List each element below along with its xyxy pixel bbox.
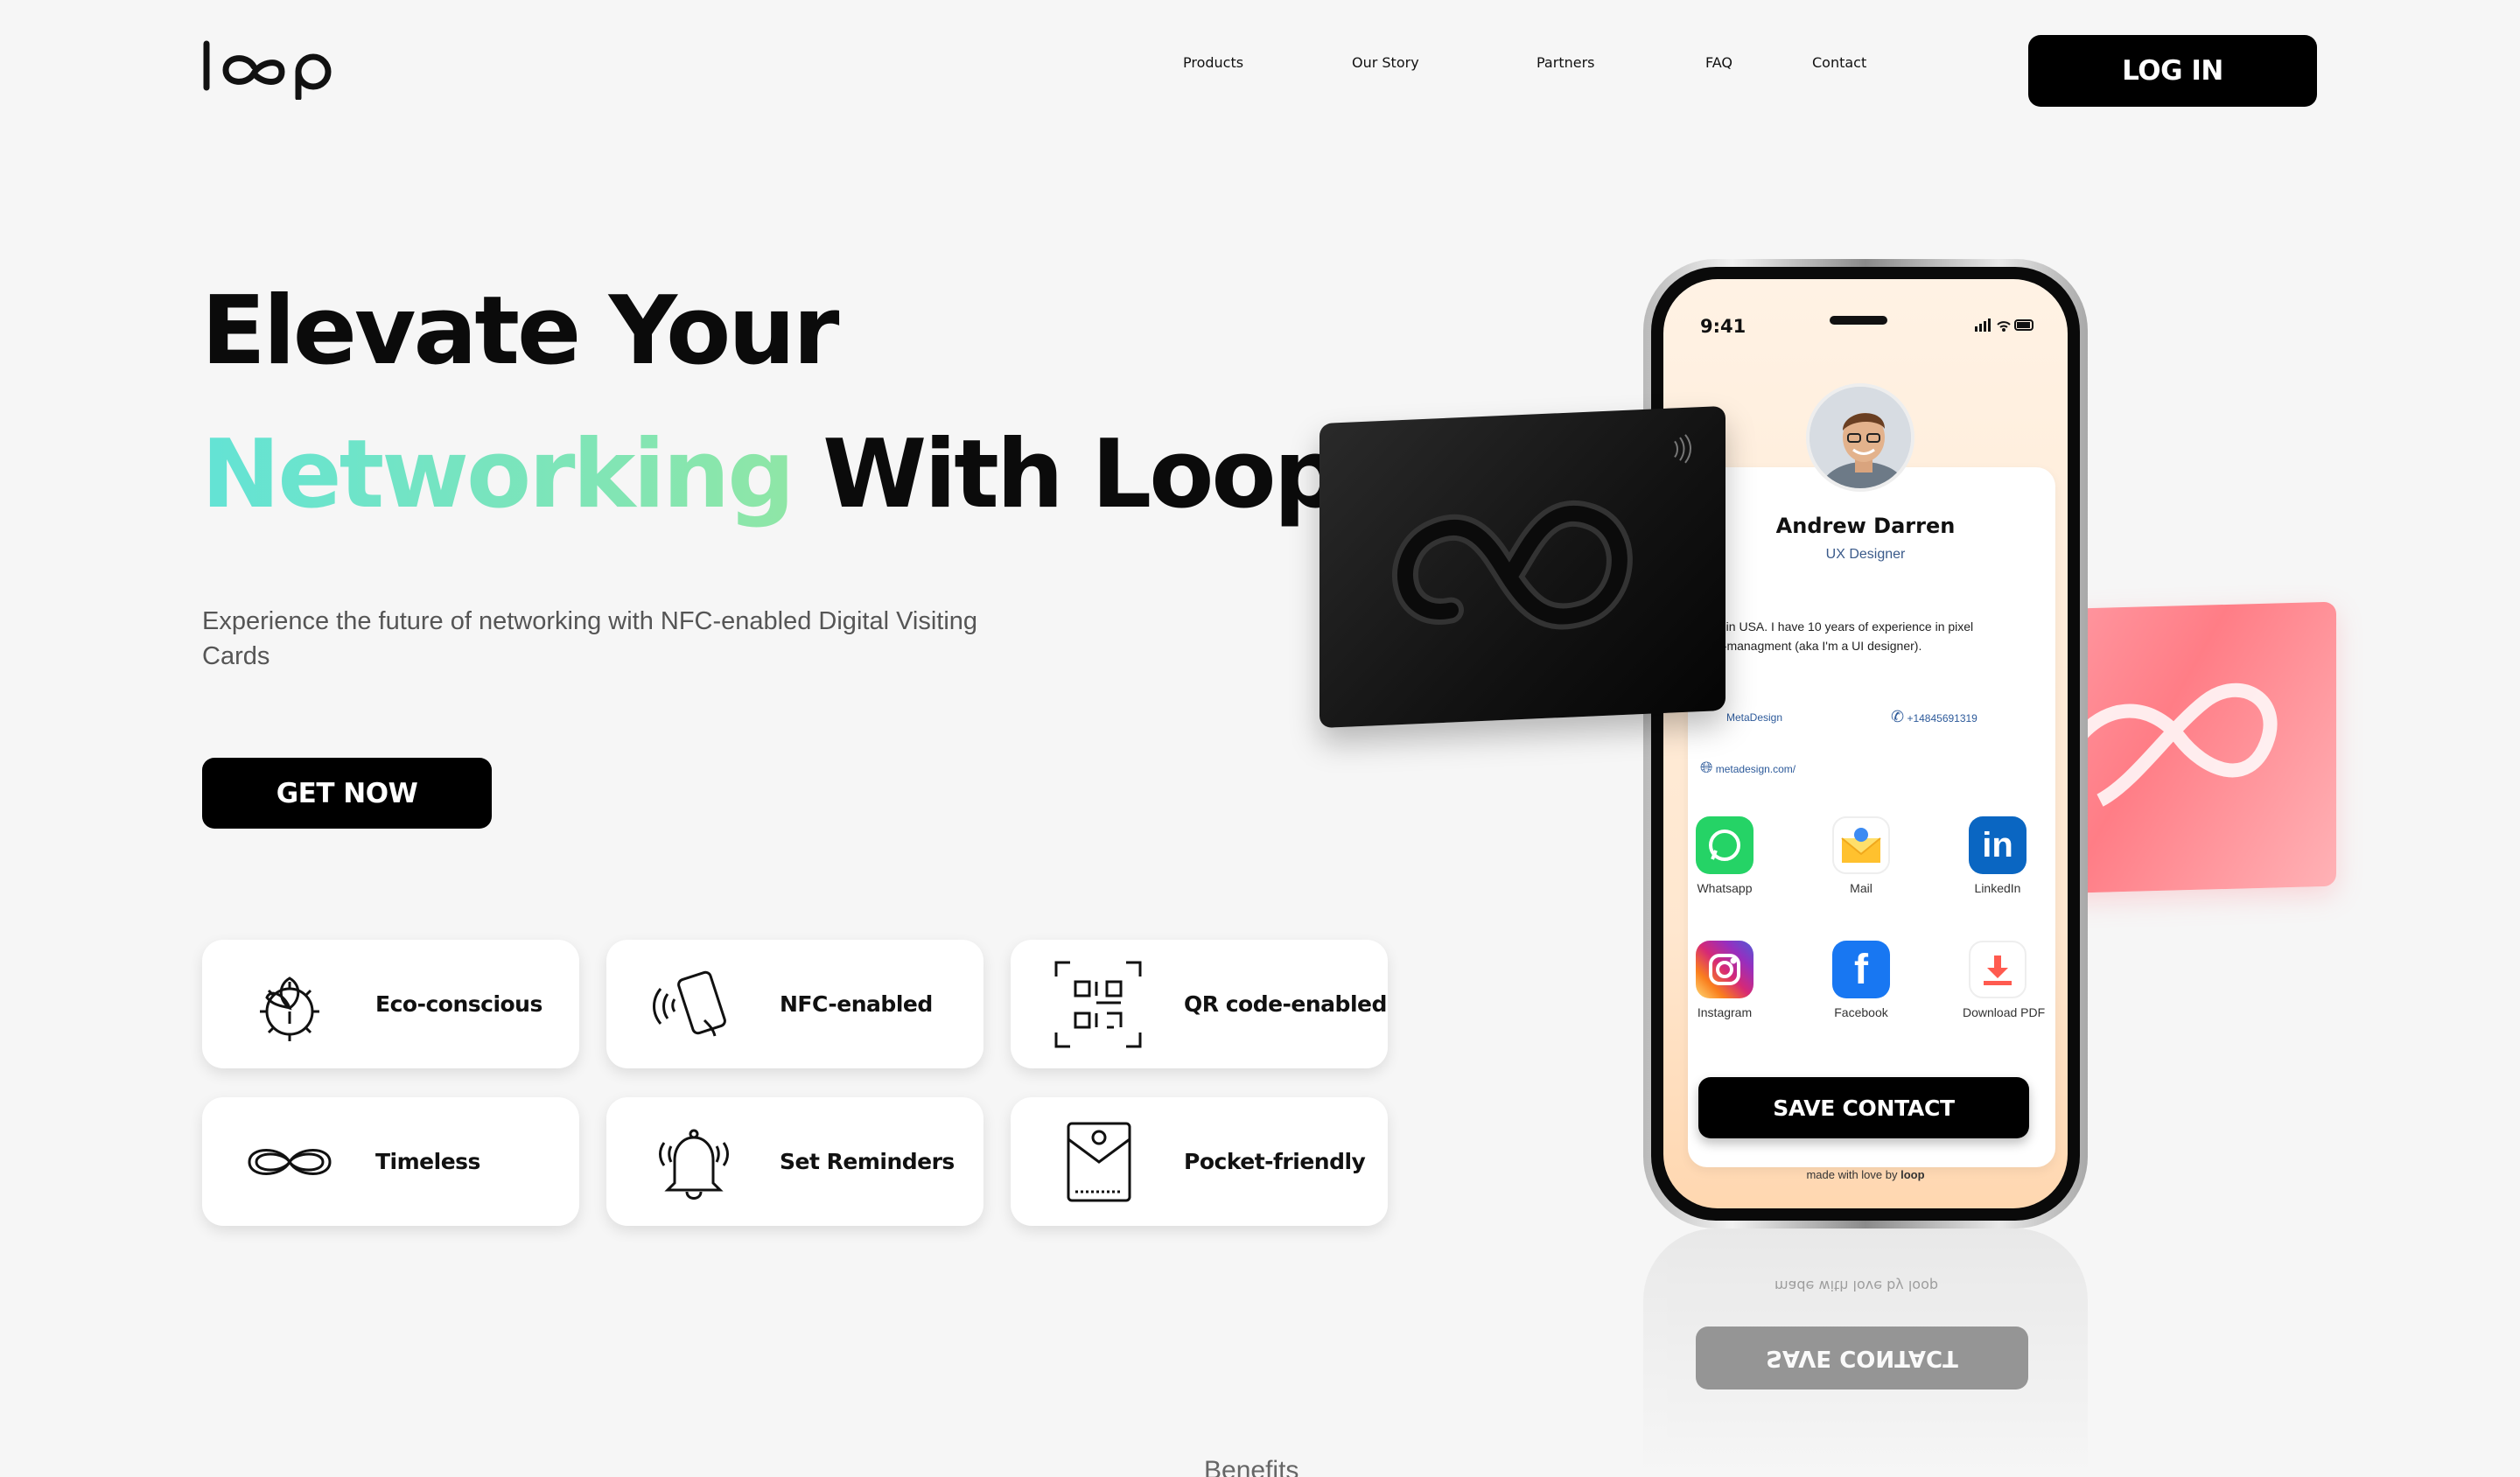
facebook-icon: f [1832,941,1890,998]
nav-products[interactable]: Products [1183,54,1243,86]
reflection-made-with: made with love by loop [1774,1278,1939,1294]
nfc-phone-icon [653,970,726,1037]
nfc-wave-icon [1674,434,1691,464]
app-instagram[interactable]: Instagram [1690,941,1760,1019]
status-time: 9:41 [1700,316,1746,337]
app-download-pdf[interactable]: Download PDF [1963,941,2045,1019]
pink-nfc-card [2048,601,2336,894]
save-contact-button[interactable]: SAVE CONTACT [1698,1077,2029,1138]
feature-card-pocket: Pocket-friendly [1011,1097,1388,1226]
feature-label: Eco-conscious [375,991,542,1017]
black-nfc-card [1320,405,1726,729]
instagram-icon [1696,941,1754,998]
benefits-heading: Benefits [1204,1456,1299,1477]
contact-company[interactable]: MetaDesign [1726,711,1782,724]
reflection-save-contact: SAVE CONTACT [1696,1326,2028,1390]
contact-website[interactable]: 🌐︎ metadesign.com/ [1700,759,1796,777]
infinity-logo-icon [2059,682,2278,807]
feature-label: NFC-enabled [780,991,933,1017]
made-with-love: made with love by loop [1806,1168,1925,1181]
hero-title-line2: Networking With Loop. [201,420,1375,529]
loop-logo[interactable] [201,38,341,100]
phone-text: +14845691319 [1907,712,1978,724]
feature-label: Pocket-friendly [1184,1149,1366,1174]
feature-card-timeless: Timeless [202,1097,579,1226]
avatar [1806,383,1914,492]
qr-code-icon [1054,961,1142,1048]
nav-partners[interactable]: Partners [1536,54,1594,86]
phone-mockup: 9:41 Andrew Darren UX Designer in USA. I… [1643,259,2088,1228]
company-text: MetaDesign [1726,711,1783,724]
feature-card-reminders: Set Reminders [606,1097,984,1226]
feature-card-eco: Eco-conscious [202,940,579,1068]
mail-icon [1832,816,1890,874]
hero-title-rest: With Loop. [822,420,1375,529]
bell-icon [659,1129,729,1200]
infinity-icon [248,1149,332,1175]
linkedin-icon: in [1969,816,2026,874]
website-text: metadesign.com/ [1715,763,1796,775]
status-icons [1975,318,2034,332]
feature-card-nfc: NFC-enabled [606,940,984,1068]
app-facebook[interactable]: f Facebook [1826,941,1896,1019]
nav-contact[interactable]: Contact [1812,54,1866,86]
profile-bio: d in USA. I have 10 years of experience … [1716,620,1974,653]
feature-card-qr: QR code-enabled [1011,940,1388,1068]
phone-reflection: made with love by loop SAVE CONTACT [1643,1228,2088,1477]
feature-label: Set Reminders [780,1149,955,1174]
made-with-brand: loop [1900,1168,1925,1181]
download-icon [1969,941,2026,998]
login-button[interactable]: LOG IN [2028,35,2317,107]
hero-subtitle: Experience the future of networking with… [202,607,978,670]
app-linkedin[interactable]: in LinkedIn [1963,816,2033,895]
card-infinity-icon [1392,500,1633,630]
hero-title-line1: Elevate Your [201,276,839,386]
pocket-icon [1067,1122,1131,1202]
eco-gear-icon [260,976,319,1041]
nav-our-story[interactable]: Our Story [1352,54,1419,86]
get-now-button[interactable]: GET NOW [202,758,492,829]
globe-icon: 🌐︎ [1700,759,1713,776]
hero-title-highlight: Networking [201,420,795,529]
phone-icon: ✆ [1891,708,1905,725]
nav-faq[interactable]: FAQ [1705,54,1732,86]
app-whatsapp[interactable]: Whatsapp [1690,816,1760,895]
feature-label: Timeless [375,1149,480,1174]
whatsapp-icon [1696,816,1754,874]
app-mail[interactable]: Mail [1826,816,1896,895]
contact-phone[interactable]: ✆ +14845691319 [1891,708,1978,726]
feature-label: QR code-enabled [1184,991,1387,1017]
phone-notch [1830,316,1887,325]
